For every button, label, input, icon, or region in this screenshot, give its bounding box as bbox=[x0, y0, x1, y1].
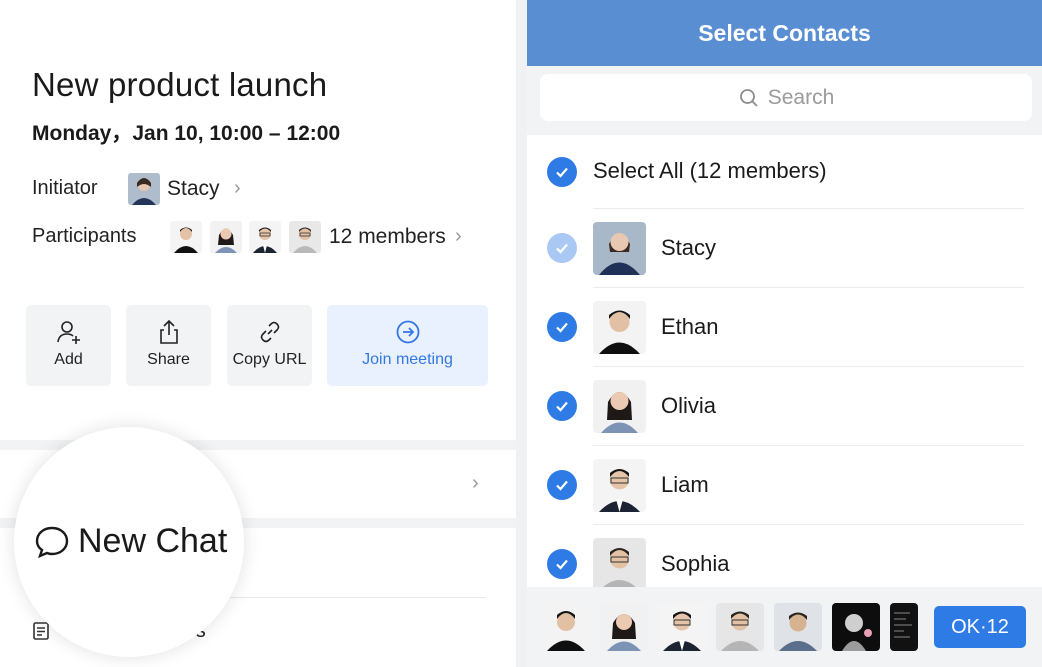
participant-avatar[interactable] bbox=[170, 221, 202, 253]
contact-name[interactable]: Olivia bbox=[661, 393, 716, 419]
participants-count[interactable]: 12 members bbox=[329, 225, 446, 249]
search-input[interactable]: Search bbox=[540, 74, 1032, 121]
meeting-detail-panel: New product launch Monday，Jan 10, 10:00 … bbox=[0, 0, 516, 667]
select-all-checkbox[interactable] bbox=[547, 157, 577, 187]
selected-contacts-bar: OK·12 bbox=[527, 587, 1042, 667]
contact-checkbox[interactable] bbox=[547, 549, 577, 579]
initiator-name[interactable]: Stacy bbox=[167, 177, 220, 201]
row-separator bbox=[593, 287, 1024, 288]
row-separator bbox=[593, 445, 1024, 446]
contact-avatar bbox=[593, 538, 646, 591]
share-label: Share bbox=[147, 351, 190, 368]
participant-avatar[interactable] bbox=[289, 221, 321, 253]
contact-name[interactable]: Stacy bbox=[661, 235, 716, 261]
initiator-label: Initiator bbox=[32, 177, 98, 199]
link-icon bbox=[227, 319, 312, 345]
new-chat-button[interactable]: New Chat bbox=[34, 522, 227, 561]
panel-split bbox=[516, 0, 527, 667]
selected-avatar[interactable] bbox=[832, 603, 880, 651]
selected-avatar[interactable] bbox=[890, 603, 918, 651]
initiator-avatar[interactable] bbox=[128, 173, 160, 205]
selected-avatar[interactable] bbox=[600, 603, 648, 651]
chevron-right-icon[interactable]: › bbox=[234, 177, 241, 200]
contact-avatar bbox=[593, 459, 646, 512]
add-user-icon bbox=[26, 319, 111, 345]
new-chat-label: New Chat bbox=[78, 522, 228, 560]
chevron-right-icon[interactable]: › bbox=[455, 225, 462, 248]
search-placeholder: Search bbox=[767, 85, 835, 109]
share-button[interactable]: Share bbox=[126, 305, 211, 386]
contact-avatar bbox=[593, 301, 646, 354]
contact-avatar bbox=[593, 222, 646, 275]
share-icon bbox=[126, 319, 211, 345]
participants-label: Participants bbox=[32, 225, 137, 247]
ok-button[interactable]: OK·12 bbox=[934, 606, 1026, 648]
participant-avatar[interactable] bbox=[249, 221, 281, 253]
copy-url-button[interactable]: Copy URL bbox=[227, 305, 312, 386]
select-contacts-panel: Select Contacts Search Select All (12 me… bbox=[527, 0, 1042, 667]
add-label: Add bbox=[54, 351, 83, 368]
contact-avatar bbox=[593, 380, 646, 433]
selected-avatar[interactable] bbox=[542, 603, 590, 651]
panel-title: Select Contacts bbox=[527, 0, 1042, 66]
meeting-title: New product launch bbox=[32, 66, 328, 103]
row-separator bbox=[593, 208, 1024, 209]
meeting-datetime: Monday，Jan 10, 10:00 – 12:00 bbox=[32, 122, 341, 145]
contact-name[interactable]: Liam bbox=[661, 472, 709, 498]
copy-url-label: Copy URL bbox=[232, 351, 307, 368]
contact-checkbox[interactable] bbox=[547, 391, 577, 421]
select-all-label[interactable]: Select All (12 members) bbox=[593, 158, 827, 184]
chevron-right-icon[interactable]: › bbox=[472, 472, 479, 495]
row-separator bbox=[593, 524, 1024, 525]
contact-checkbox-disabled bbox=[547, 233, 577, 263]
join-meeting-button[interactable]: Join meeting bbox=[327, 305, 488, 386]
contact-checkbox[interactable] bbox=[547, 312, 577, 342]
add-button[interactable]: Add bbox=[26, 305, 111, 386]
chat-bubble-icon bbox=[34, 524, 70, 560]
row-separator bbox=[593, 366, 1024, 367]
contact-name[interactable]: Ethan bbox=[661, 314, 719, 340]
search-icon bbox=[738, 87, 760, 109]
participant-avatar[interactable] bbox=[210, 221, 242, 253]
selected-avatar[interactable] bbox=[774, 603, 822, 651]
selected-avatar[interactable] bbox=[658, 603, 706, 651]
selected-avatar[interactable] bbox=[716, 603, 764, 651]
arrow-circle-right-icon bbox=[327, 319, 488, 345]
contact-checkbox[interactable] bbox=[547, 470, 577, 500]
search-area: Search bbox=[527, 66, 1042, 135]
join-meeting-label: Join meeting bbox=[362, 351, 453, 368]
contact-name[interactable]: Sophia bbox=[661, 551, 730, 577]
